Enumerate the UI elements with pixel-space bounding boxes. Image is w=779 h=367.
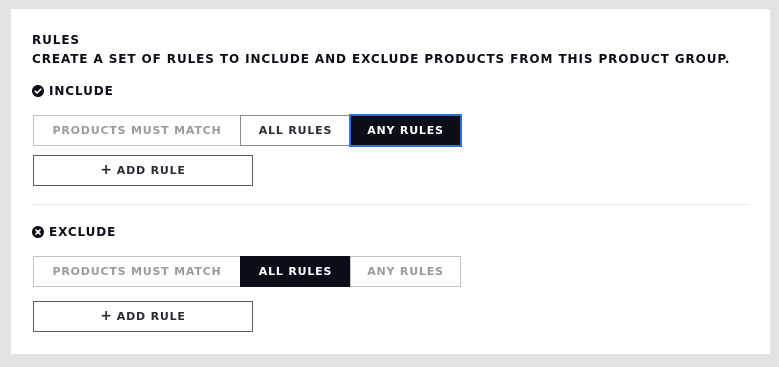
include-title-text: INCLUDE <box>49 84 114 98</box>
include-add-rule-button[interactable]: + ADD RULE <box>33 155 253 186</box>
exclude-match-label: PRODUCTS MUST MATCH <box>33 256 241 287</box>
x-circle-icon <box>32 226 44 238</box>
exclude-title-text: EXCLUDE <box>49 225 117 239</box>
include-add-rule-label: ADD RULE <box>116 164 186 177</box>
rules-title: RULES <box>32 33 80 47</box>
include-all-rules-button[interactable]: ALL RULES <box>240 115 351 146</box>
include-any-rules-button[interactable]: ANY RULES <box>350 115 461 146</box>
include-match-label: PRODUCTS MUST MATCH <box>33 115 241 146</box>
include-match-selector: PRODUCTS MUST MATCH ALL RULES ANY RULES <box>33 115 461 146</box>
exclude-section-title: EXCLUDE <box>32 225 116 239</box>
check-circle-icon <box>32 85 44 97</box>
plus-icon: + <box>100 308 113 324</box>
include-section-title: INCLUDE <box>32 84 114 98</box>
exclude-all-rules-button[interactable]: ALL RULES <box>240 256 351 287</box>
exclude-any-rules-button[interactable]: ANY RULES <box>350 256 461 287</box>
exclude-add-rule-label: ADD RULE <box>116 310 186 323</box>
section-divider <box>33 204 748 205</box>
exclude-add-rule-button[interactable]: + ADD RULE <box>33 301 253 332</box>
plus-icon: + <box>100 162 113 178</box>
exclude-match-selector: PRODUCTS MUST MATCH ALL RULES ANY RULES <box>33 256 461 287</box>
rules-panel: RULES CREATE A SET OF RULES TO INCLUDE A… <box>11 9 770 354</box>
rules-subtitle: CREATE A SET OF RULES TO INCLUDE AND EXC… <box>32 52 731 66</box>
